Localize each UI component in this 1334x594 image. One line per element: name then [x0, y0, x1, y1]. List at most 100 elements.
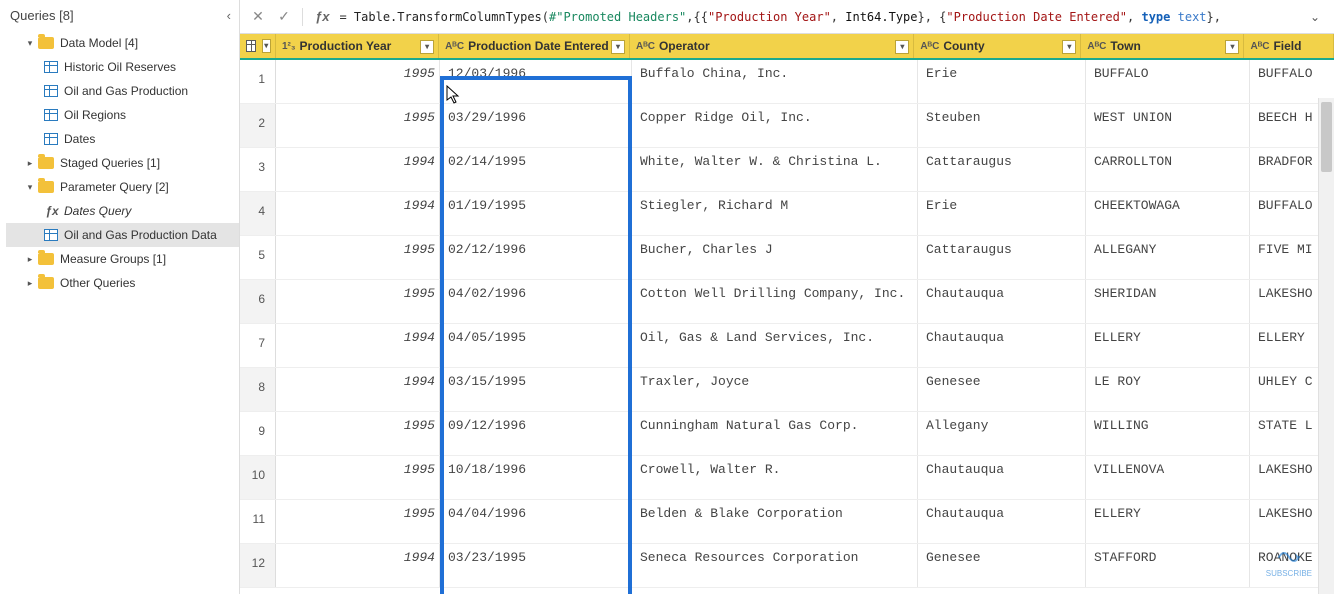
cell-operator[interactable]: Oil, Gas & Land Services, Inc.	[632, 324, 918, 367]
cell-production-date-entered[interactable]: 03/29/1996	[440, 104, 632, 147]
cell-town[interactable]: CHEEKTOWAGA	[1086, 192, 1250, 235]
cell-operator[interactable]: White, Walter W. & Christina L.	[632, 148, 918, 191]
cell-county[interactable]: Genesee	[918, 368, 1086, 411]
table-row[interactable]: 6199504/02/1996Cotton Well Drilling Comp…	[240, 280, 1334, 324]
row-number-cell[interactable]: 7	[240, 324, 276, 367]
chevron-down-icon[interactable]: ▾	[24, 38, 36, 49]
cell-town[interactable]: BUFFALO	[1086, 60, 1250, 103]
cell-production-date-entered[interactable]: 10/18/1996	[440, 456, 632, 499]
table-row[interactable]: 3199402/14/1995White, Walter W. & Christ…	[240, 148, 1334, 192]
accept-formula-button[interactable]: ✓	[274, 7, 294, 27]
query-item-oil-and-gas-production[interactable]: Oil and Gas Production	[6, 79, 239, 103]
row-number-cell[interactable]: 2	[240, 104, 276, 147]
query-item-oil-regions[interactable]: Oil Regions	[6, 103, 239, 127]
row-number-cell[interactable]: 6	[240, 280, 276, 323]
cell-county[interactable]: Erie	[918, 192, 1086, 235]
cell-production-year[interactable]: 1994	[276, 192, 440, 235]
cell-production-date-entered[interactable]: 02/12/1996	[440, 236, 632, 279]
row-number-cell[interactable]: 12	[240, 544, 276, 587]
folder-parameter-query-2-[interactable]: ▾Parameter Query [2]	[6, 175, 239, 199]
filter-dropdown-icon[interactable]: ▾	[1062, 40, 1076, 54]
vertical-scrollbar[interactable]	[1318, 98, 1334, 594]
chevron-down-icon[interactable]: ▾	[24, 182, 36, 193]
cell-county[interactable]: Cattaraugus	[918, 236, 1086, 279]
query-item-dates[interactable]: Dates	[6, 127, 239, 151]
chevron-right-icon[interactable]: ▸	[24, 254, 36, 265]
cell-production-date-entered[interactable]: 04/02/1996	[440, 280, 632, 323]
cell-town[interactable]: CARROLLTON	[1086, 148, 1250, 191]
row-number-cell[interactable]: 11	[240, 500, 276, 543]
cell-county[interactable]: Steuben	[918, 104, 1086, 147]
cell-town[interactable]: VILLENOVA	[1086, 456, 1250, 499]
cell-production-date-entered[interactable]: 03/15/1995	[440, 368, 632, 411]
cell-operator[interactable]: Crowell, Walter R.	[632, 456, 918, 499]
cell-town[interactable]: ELLERY	[1086, 324, 1250, 367]
cell-town[interactable]: WILLING	[1086, 412, 1250, 455]
row-number-cell[interactable]: 4	[240, 192, 276, 235]
cell-production-year[interactable]: 1995	[276, 104, 440, 147]
row-number-cell[interactable]: 10	[240, 456, 276, 499]
expand-formula-icon[interactable]: ⌄	[1306, 10, 1324, 24]
fx-icon[interactable]: ƒx	[311, 9, 333, 24]
cell-county[interactable]: Chautauqua	[918, 456, 1086, 499]
cell-production-year[interactable]: 1994	[276, 324, 440, 367]
cell-production-date-entered[interactable]: 04/04/1996	[440, 500, 632, 543]
cell-operator[interactable]: Bucher, Charles J	[632, 236, 918, 279]
cell-operator[interactable]: Buffalo China, Inc.	[632, 60, 918, 103]
row-number-cell[interactable]: 5	[240, 236, 276, 279]
cell-county[interactable]: Genesee	[918, 544, 1086, 587]
cell-operator[interactable]: Seneca Resources Corporation	[632, 544, 918, 587]
cell-operator[interactable]: Stiegler, Richard M	[632, 192, 918, 235]
column-header-production-date-entered[interactable]: AᴮC Production Date Entered ▾	[439, 34, 630, 58]
cell-production-year[interactable]: 1995	[276, 236, 440, 279]
cell-production-year[interactable]: 1995	[276, 456, 440, 499]
table-row[interactable]: 5199502/12/1996Bucher, Charles JCattarau…	[240, 236, 1334, 280]
table-row[interactable]: 12199403/23/1995Seneca Resources Corpora…	[240, 544, 1334, 588]
column-header-operator[interactable]: AᴮC Operator ▾	[630, 34, 914, 58]
table-row[interactable]: 1199512/03/1996Buffalo China, Inc.ErieBU…	[240, 60, 1334, 104]
row-number-cell[interactable]: 8	[240, 368, 276, 411]
row-number-cell[interactable]: 3	[240, 148, 276, 191]
folder-measure-groups-1-[interactable]: ▸Measure Groups [1]	[6, 247, 239, 271]
collapse-panel-icon[interactable]: ‹	[227, 8, 231, 23]
cell-county[interactable]: Cattaraugus	[918, 148, 1086, 191]
query-item-oil-and-gas-production-data[interactable]: Oil and Gas Production Data	[6, 223, 239, 247]
cell-production-date-entered[interactable]: 03/23/1995	[440, 544, 632, 587]
cell-production-year[interactable]: 1994	[276, 148, 440, 191]
cell-production-year[interactable]: 1994	[276, 544, 440, 587]
column-header-production-year[interactable]: 1²₃ Production Year ▾	[276, 34, 439, 58]
filter-dropdown-icon[interactable]: ▾	[895, 40, 909, 54]
query-item-historic-oil-reserves[interactable]: Historic Oil Reserves	[6, 55, 239, 79]
cell-production-date-entered[interactable]: 02/14/1995	[440, 148, 632, 191]
cell-county[interactable]: Chautauqua	[918, 324, 1086, 367]
query-item-dates-query[interactable]: ƒxDates Query	[6, 199, 239, 223]
cell-county[interactable]: Allegany	[918, 412, 1086, 455]
row-number-cell[interactable]: 1	[240, 60, 276, 103]
cell-county[interactable]: Chautauqua	[918, 500, 1086, 543]
row-number-cell[interactable]: 9	[240, 412, 276, 455]
cell-town[interactable]: STAFFORD	[1086, 544, 1250, 587]
cell-field[interactable]: BUFFALO	[1250, 60, 1334, 103]
table-row[interactable]: 4199401/19/1995Stiegler, Richard MErieCH…	[240, 192, 1334, 236]
cell-production-year[interactable]: 1995	[276, 60, 440, 103]
cell-production-date-entered[interactable]: 04/05/1995	[440, 324, 632, 367]
cell-operator[interactable]: Traxler, Joyce	[632, 368, 918, 411]
table-row[interactable]: 10199510/18/1996Crowell, Walter R.Chauta…	[240, 456, 1334, 500]
cell-operator[interactable]: Cunningham Natural Gas Corp.	[632, 412, 918, 455]
cell-county[interactable]: Chautauqua	[918, 280, 1086, 323]
cell-production-date-entered[interactable]: 09/12/1996	[440, 412, 632, 455]
cell-town[interactable]: ALLEGANY	[1086, 236, 1250, 279]
filter-dropdown-icon[interactable]: ▾	[420, 40, 434, 54]
table-row[interactable]: 2199503/29/1996Copper Ridge Oil, Inc.Ste…	[240, 104, 1334, 148]
cell-production-date-entered[interactable]: 01/19/1995	[440, 192, 632, 235]
chevron-right-icon[interactable]: ▸	[24, 278, 36, 289]
folder-other-queries[interactable]: ▸Other Queries	[6, 271, 239, 295]
cell-production-year[interactable]: 1995	[276, 412, 440, 455]
cell-production-year[interactable]: 1995	[276, 500, 440, 543]
table-row[interactable]: 9199509/12/1996Cunningham Natural Gas Co…	[240, 412, 1334, 456]
table-menu-dropdown[interactable]: ▾	[262, 39, 272, 53]
table-row[interactable]: 11199504/04/1996Belden & Blake Corporati…	[240, 500, 1334, 544]
formula-input[interactable]: = Table.TransformColumnTypes(#"Promoted …	[339, 10, 1300, 24]
chevron-right-icon[interactable]: ▸	[24, 158, 36, 169]
folder-staged-queries-1-[interactable]: ▸Staged Queries [1]	[6, 151, 239, 175]
